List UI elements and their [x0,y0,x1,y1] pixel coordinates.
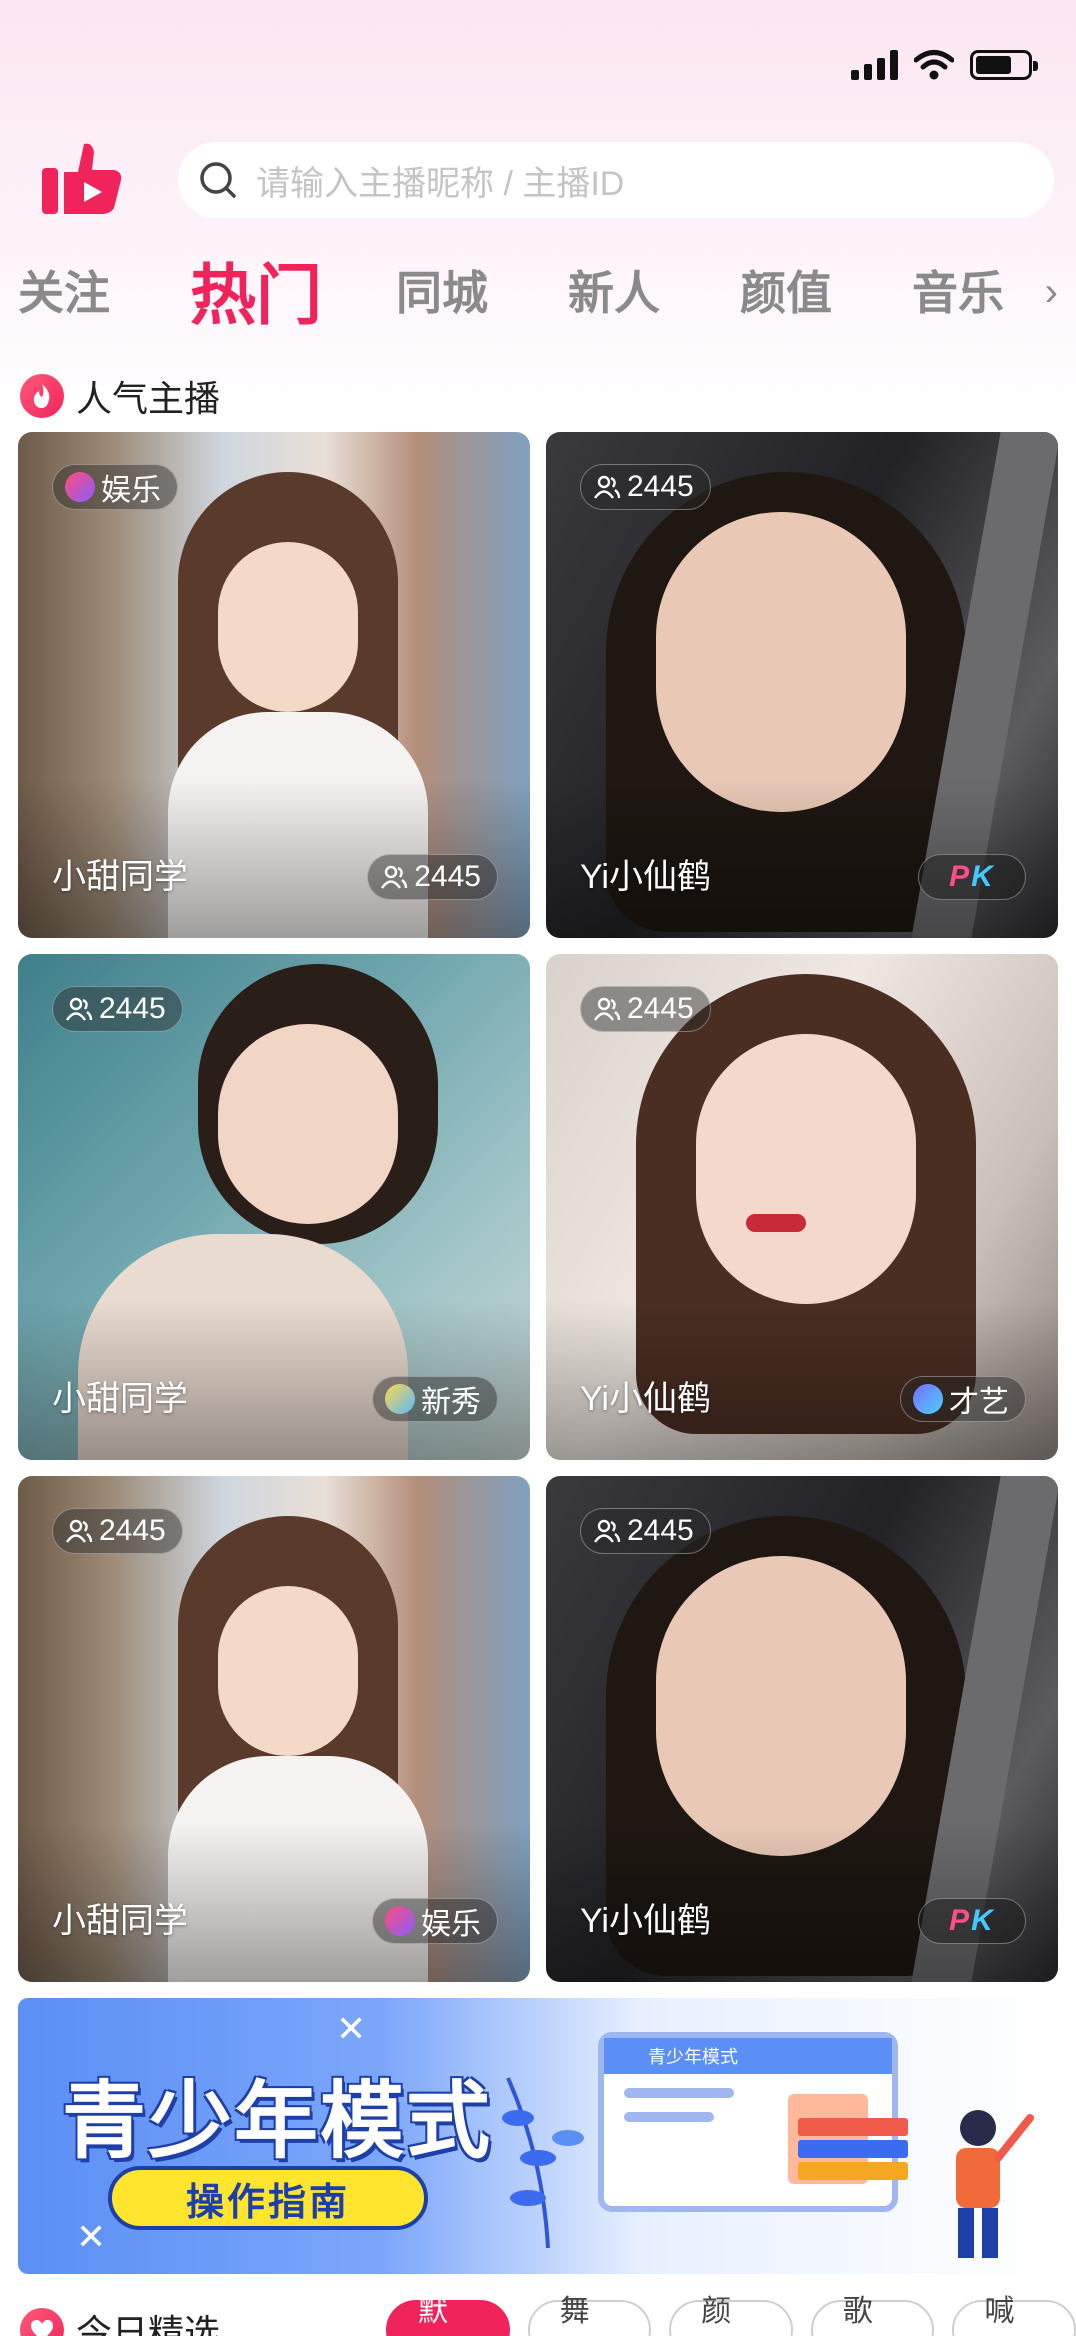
anchor-card[interactable]: 2445 小甜同学 新秀 [18,954,530,1460]
category-tabs: 关注 热门 同城 新人 颜值 音乐 › [18,240,1058,340]
anchor-name: Yi小仙鹤 [580,1380,711,1418]
section-today-header: 今日精选 [20,2304,220,2336]
anchor-card[interactable]: 2445 Yi小仙鹤 PK [546,1476,1058,1982]
section-popular-header: 人气主播 [20,370,220,422]
users-icon [66,997,93,1021]
tab-music[interactable]: 音乐 [912,257,1004,323]
pk-badge: PK [918,1898,1026,1944]
viewer-count: 2445 [580,986,711,1032]
anchor-name: 小甜同学 [52,1380,188,1418]
sparkle-icon: ✕ [336,2008,367,2049]
student-illustration-icon [956,2110,1034,2258]
tag-badge: 才艺 [900,1376,1026,1422]
tab-new[interactable]: 新人 [568,257,660,323]
viewer-count: 2445 [52,1508,183,1554]
entertainment-icon [65,472,95,502]
search-input[interactable]: 请输入主播昵称 / 主播ID [178,142,1054,218]
tab-looks[interactable]: 颜值 [740,257,832,323]
users-icon [381,865,408,889]
screen-label: 青少年模式 [648,2047,738,2067]
guide-button[interactable]: 操作指南 [108,2166,428,2230]
books-illustration-icon [798,2118,908,2198]
users-icon [66,1519,93,1543]
fire-icon [20,374,64,418]
section-title: 今日精选 [76,2312,221,2336]
viewer-count: 2445 [580,1508,711,1554]
anchor-card[interactable]: 2445 Yi小仙鹤 PK [546,432,1058,938]
youth-mode-banner[interactable]: ✕ ✕ 青少年模式 操作指南 青少年模式 [18,1998,1058,2274]
app-logo-icon[interactable] [40,138,126,218]
talent-icon [913,1384,943,1414]
filter-chip-looks[interactable]: 颜值 [669,2295,793,2336]
battery-icon [970,50,1038,80]
anchor-name: Yi小仙鹤 [580,1902,711,1940]
anchor-name: Yi小仙鹤 [580,858,711,896]
chevron-right-icon[interactable]: › [1045,270,1058,315]
pk-badge: PK [918,854,1026,900]
users-icon [594,997,621,1021]
tag-badge: 新秀 [372,1376,498,1422]
tab-follow[interactable]: 关注 [18,257,110,323]
wifi-icon [914,50,954,80]
anchor-card[interactable]: 2445 小甜同学 娱乐 [18,1476,530,1982]
tab-hot[interactable]: 热门 [190,242,322,338]
sparkle-icon: ✕ [76,2216,107,2257]
anchor-name: 小甜同学 [52,1902,188,1940]
leaf-illustration-icon [502,2077,584,2248]
viewer-count: 2445 [52,986,183,1032]
section-title: 人气主播 [76,378,221,419]
tag-badge: 娱乐 [372,1898,498,1944]
search-placeholder: 请输入主播昵称 / 主播ID [256,164,625,203]
filter-chip-mc[interactable]: 喊麦 [952,2295,1076,2336]
tag-badge: 娱乐 [52,464,178,510]
search-icon [200,162,236,198]
anchor-card[interactable]: 2445 Yi小仙鹤 才艺 [546,954,1058,1460]
viewer-count: 2445 [580,464,711,510]
users-icon [594,1519,621,1543]
anchor-name: 小甜同学 [52,858,188,896]
filter-chip-songs[interactable]: 歌曲 [810,2295,935,2336]
tab-local[interactable]: 同城 [396,257,488,323]
status-bar [851,40,1038,90]
signal-icon [851,50,898,80]
filter-chip-default[interactable]: 默认 [386,2295,510,2336]
banner-title: 青少年模式 [62,2074,493,2168]
anchor-card[interactable]: 娱乐 小甜同学 2445 [18,432,530,938]
heart-icon [20,2308,64,2336]
users-icon [594,475,621,499]
filter-chips: 默认 舞蹈 颜值 歌曲 喊麦 [386,2295,1076,2336]
filter-chip-dance[interactable]: 舞蹈 [527,2295,652,2336]
header: 请输入主播昵称 / 主播ID [0,138,1076,228]
entertainment-icon [385,1906,415,1936]
viewer-count: 2445 [367,854,498,900]
star-icon [385,1384,415,1414]
